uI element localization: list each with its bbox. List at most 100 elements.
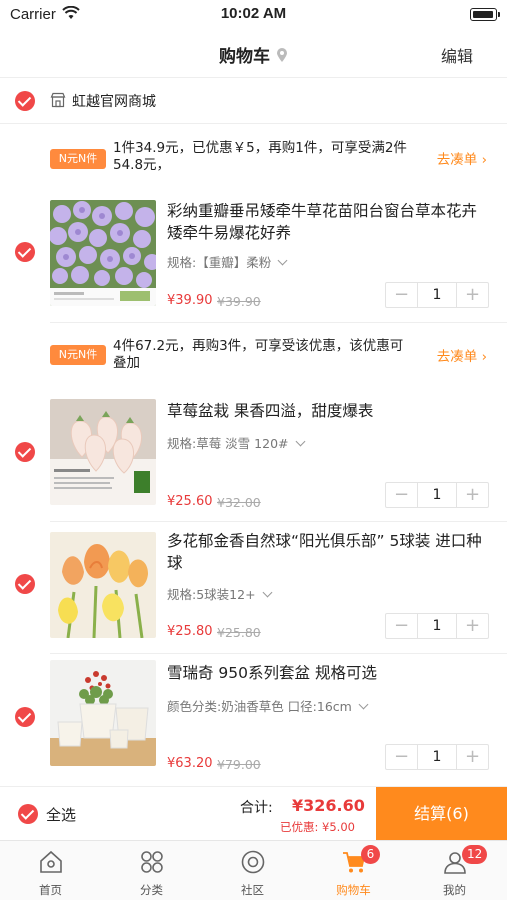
product-image-flower-pot[interactable]: [50, 660, 156, 766]
tab-label: 社区: [241, 883, 264, 897]
product-name[interactable]: 雪瑞奇 950系列套盆 规格可选: [167, 662, 487, 684]
promo-tag: N元N件: [50, 345, 106, 365]
tab-label: 购物车: [336, 883, 371, 897]
product-name[interactable]: 多花郁金香自然球“阳光俱乐部” 5球装 进口种球: [167, 530, 487, 574]
select-all-checkbox[interactable]: [18, 804, 38, 824]
increase-quantity-button[interactable]: +: [456, 483, 488, 507]
cart-list[interactable]: 虹越官网商城 N元N件 1件34.9元，已优惠￥5，再购1件，可享受满2件54.…: [0, 78, 507, 786]
tab-label: 分类: [140, 883, 163, 897]
increase-quantity-button[interactable]: +: [456, 745, 488, 769]
shop-name[interactable]: 虹越官网商城: [72, 91, 156, 111]
cart-item: 雪瑞奇 950系列套盆 规格可选 颜色分类:奶油香草色 口径:16cm ¥63.…: [0, 656, 507, 784]
quantity-stepper: − 1 +: [385, 744, 489, 770]
promo-action-link[interactable]: 去凑单 ›: [437, 148, 487, 168]
chevron-right-icon: ›: [481, 152, 487, 168]
status-bar: Carrier 10:02 AM: [0, 0, 507, 30]
navigation-bar: 购物车 编辑: [0, 30, 507, 78]
promo-action-link[interactable]: 去凑单 ›: [437, 345, 487, 365]
increase-quantity-button[interactable]: +: [456, 283, 488, 307]
quantity-stepper: − 1 +: [385, 482, 489, 508]
product-spec-selector[interactable]: 规格:草莓 淡雪 120#: [167, 433, 305, 452]
product-spec: 规格:【重瓣】柔粉: [167, 255, 272, 270]
total-label: 合计:: [240, 800, 273, 816]
discount-amount: 已优惠: ¥5.00: [280, 820, 355, 834]
decrease-quantity-button[interactable]: −: [386, 614, 418, 638]
decrease-quantity-button[interactable]: −: [386, 283, 418, 307]
tab-category[interactable]: 分类: [101, 841, 202, 900]
original-price: ¥79.00: [217, 757, 261, 772]
checkout-bar: 全选 合计: ¥326.60 已优惠: ¥5.00 结算(6): [0, 786, 507, 841]
product-price: ¥63.20: [167, 756, 213, 771]
cart-item: 草莓盆栽 果香四溢，甜度爆表 规格:草莓 淡雪 120# ¥25.60 ¥32.…: [0, 394, 507, 520]
shop-header: 虹越官网商城: [0, 78, 507, 124]
home-icon: [38, 849, 64, 875]
cart-item: 彩纳重瓣垂吊矮牵牛草花苗阳台窗台草本花卉矮牵牛易爆花好养 规格:【重瓣】柔粉 ¥…: [0, 194, 507, 320]
decrease-quantity-button[interactable]: −: [386, 483, 418, 507]
original-price: ¥39.90: [217, 294, 261, 309]
checkout-button[interactable]: 结算(6): [376, 787, 507, 841]
clock: 10:02 AM: [220, 5, 287, 22]
promo-text: 1件34.9元，已优惠￥5，再购1件，可享受满2件54.8元，: [113, 140, 407, 173]
category-icon: [139, 849, 165, 875]
product-image-tulip[interactable]: [50, 532, 156, 638]
product-image-petunia[interactable]: [50, 200, 156, 306]
increase-quantity-button[interactable]: +: [456, 614, 488, 638]
product-spec-selector[interactable]: 规格:【重瓣】柔粉: [167, 252, 288, 271]
divider: [50, 322, 507, 323]
tab-cart[interactable]: 6 购物车: [303, 841, 404, 900]
promo-tag: N元N件: [50, 149, 106, 169]
product-image-strawberry[interactable]: [50, 399, 156, 505]
promo-banner: N元N件 1件34.9元，已优惠￥5，再购1件，可享受满2件54.8元， 去凑单…: [0, 130, 507, 188]
product-spec-selector[interactable]: 规格:5球装12+: [167, 584, 272, 603]
original-price: ¥32.00: [217, 495, 261, 510]
store-icon: [50, 92, 66, 112]
product-price: ¥25.60: [167, 494, 213, 509]
quantity-value[interactable]: 1: [418, 283, 456, 307]
quantity-value[interactable]: 1: [418, 483, 456, 507]
item-checkbox[interactable]: [15, 574, 35, 594]
product-spec: 颜色分类:奶油香草色 口径:16cm: [167, 699, 352, 714]
product-spec: 规格:草莓 淡雪 120#: [167, 436, 289, 451]
page-title: 购物车: [0, 42, 507, 68]
product-spec-selector[interactable]: 颜色分类:奶油香草色 口径:16cm: [167, 696, 369, 715]
tab-bar: 首页 分类 社区 6 购物车 12 我的: [0, 840, 507, 900]
tab-community[interactable]: 社区: [202, 841, 303, 900]
battery-icon: [470, 8, 500, 21]
item-checkbox[interactable]: [15, 442, 35, 462]
product-spec: 规格:5球装12+: [167, 587, 256, 602]
edit-button[interactable]: 编辑: [441, 43, 473, 67]
shop-checkbox[interactable]: [15, 91, 35, 111]
chevron-right-icon: ›: [481, 349, 487, 365]
quantity-value[interactable]: 1: [418, 614, 456, 638]
product-name[interactable]: 彩纳重瓣垂吊矮牵牛草花苗阳台窗台草本花卉矮牵牛易爆花好养: [167, 200, 487, 244]
tab-label: 我的: [443, 883, 466, 897]
quantity-stepper: − 1 +: [385, 613, 489, 639]
total-amount: ¥326.60: [292, 796, 365, 815]
original-price: ¥25.80: [217, 625, 261, 640]
quantity-value[interactable]: 1: [418, 745, 456, 769]
page-title-text: 购物车: [219, 47, 270, 67]
item-checkbox[interactable]: [15, 707, 35, 727]
promo-text: 4件67.2元，再购3件，可享受该优惠，该优惠可叠加: [113, 338, 404, 371]
promo-action-label: 去凑单: [436, 349, 478, 365]
chevron-down-icon: [358, 699, 369, 710]
item-checkbox[interactable]: [15, 242, 35, 262]
select-all-label[interactable]: 全选: [46, 804, 76, 825]
product-price: ¥39.90: [167, 293, 213, 308]
community-icon: [240, 849, 266, 875]
chevron-down-icon: [277, 255, 288, 266]
cart-item: 多花郁金香自然球“阳光俱乐部” 5球装 进口种球 规格:5球装12+ ¥25.8…: [0, 524, 507, 650]
profile-badge: 12: [462, 845, 488, 864]
divider: [50, 521, 507, 522]
tab-profile[interactable]: 12 我的: [404, 841, 505, 900]
chevron-down-icon: [295, 436, 305, 447]
product-name[interactable]: 草莓盆栽 果香四溢，甜度爆表: [167, 400, 487, 422]
divider: [50, 653, 507, 654]
promo-banner: N元N件 4件67.2元，再购3件，可享受该优惠，该优惠可叠加 去凑单 ›: [0, 330, 507, 388]
promo-action-label: 去凑单: [436, 152, 478, 168]
decrease-quantity-button[interactable]: −: [386, 745, 418, 769]
tab-label: 首页: [39, 883, 62, 897]
location-pin-icon[interactable]: [276, 47, 288, 68]
tab-home[interactable]: 首页: [0, 841, 101, 900]
cart-badge: 6: [361, 845, 380, 864]
